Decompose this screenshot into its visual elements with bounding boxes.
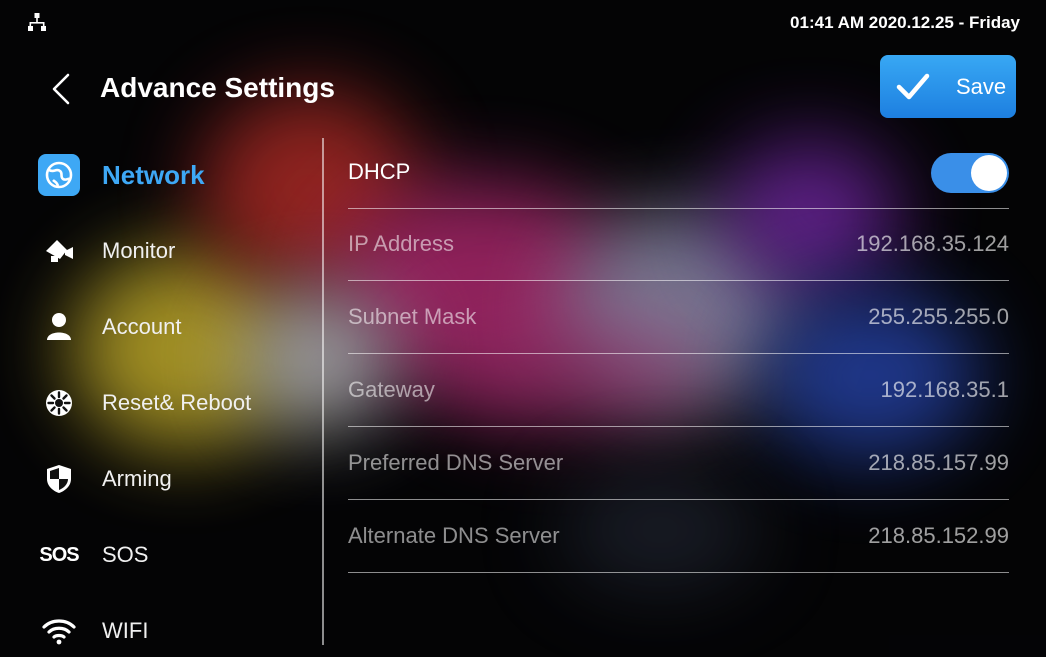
row-divider: [348, 499, 1009, 500]
sidebar-item-label: SOS: [102, 542, 149, 567]
field-label: IP Address: [348, 231, 454, 256]
back-button[interactable]: [46, 72, 76, 106]
row-divider: [348, 572, 1009, 573]
sidebar-item-label: Monitor: [102, 238, 176, 263]
dhcp-toggle[interactable]: [931, 153, 1009, 193]
advance-settings-screen: 01:41 AM 2020.12.25 - Friday Advance Set…: [0, 0, 1046, 657]
sidebar-item-label: Account: [102, 314, 182, 339]
network-tree-icon: [28, 13, 46, 31]
status-datetime: 01:41 AM 2020.12.25 - Friday: [790, 13, 1020, 32]
field-label: Gateway: [348, 377, 435, 402]
preferred-dns-row[interactable]: Preferred DNS Server 218.85.157.99: [348, 428, 1009, 500]
shield-icon: [47, 465, 71, 493]
sidebar-item-label: Arming: [102, 466, 172, 491]
alternate-dns-value: 218.85.152.99: [868, 523, 1009, 548]
person-icon: [47, 313, 71, 340]
sidebar-item-arming[interactable]: Arming: [38, 457, 172, 501]
save-button[interactable]: Save: [880, 55, 1016, 118]
sidebar-item-label: WIFI: [102, 618, 149, 643]
sidebar-item-account[interactable]: Account: [38, 305, 182, 349]
save-button-label: Save: [956, 73, 1007, 99]
sidebar-item-label: Reset& Reboot: [102, 390, 252, 415]
field-label: Subnet Mask: [348, 304, 477, 329]
row-divider: [348, 280, 1009, 281]
network-globe-icon: [38, 154, 80, 196]
sidebar-item-sos[interactable]: SOS SOS: [38, 533, 148, 577]
ip-address-value: 192.168.35.124: [856, 231, 1009, 256]
wifi-icon: [42, 619, 76, 645]
field-label: Preferred DNS Server: [348, 450, 564, 475]
row-divider: [348, 426, 1009, 427]
gateway-value: 192.168.35.1: [880, 377, 1009, 402]
dhcp-row: DHCP: [348, 137, 1009, 209]
subnet-mask-row[interactable]: Subnet Mask 255.255.255.0: [348, 282, 1009, 354]
sidebar-item-label: Network: [102, 159, 205, 190]
dhcp-label: DHCP: [348, 159, 411, 184]
camera-icon: [46, 240, 73, 262]
sidebar-item-monitor[interactable]: Monitor: [38, 229, 175, 273]
preferred-dns-value: 218.85.157.99: [868, 450, 1009, 475]
alternate-dns-row[interactable]: Alternate DNS Server 218.85.152.99: [348, 501, 1009, 573]
gateway-row[interactable]: Gateway 192.168.35.1: [348, 355, 1009, 427]
page-title: Advance Settings: [100, 72, 335, 103]
sos-icon: SOS: [39, 543, 79, 566]
reset-gear-icon: [46, 390, 72, 416]
subnet-mask-value: 255.255.255.0: [868, 304, 1009, 329]
sidebar-divider: [322, 138, 324, 645]
sidebar-item-reset-reboot[interactable]: Reset& Reboot: [38, 381, 251, 425]
sidebar-item-network[interactable]: Network: [38, 153, 205, 197]
check-icon: [896, 73, 930, 99]
row-divider: [348, 353, 1009, 354]
sidebar-item-wifi[interactable]: WIFI: [38, 609, 148, 653]
ip-address-row[interactable]: IP Address 192.168.35.124: [348, 209, 1009, 281]
field-label: Alternate DNS Server: [348, 523, 560, 548]
